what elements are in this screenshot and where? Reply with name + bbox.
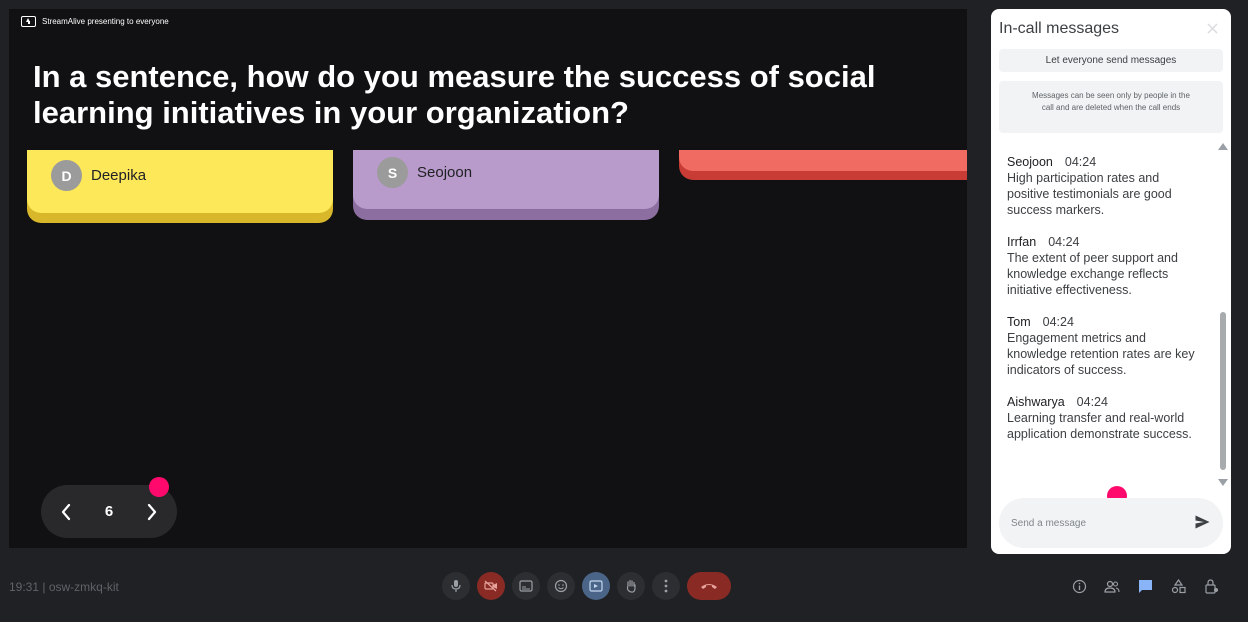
list-item: Seojoon 04:24 High participation rates an… [1007, 154, 1203, 218]
card-author: D Deepika [51, 160, 146, 191]
presentation-stage: StreamAlive presenting to everyone In a … [9, 9, 967, 548]
captions-icon [519, 580, 533, 592]
captions-button[interactable] [512, 572, 540, 600]
send-icon [1195, 515, 1210, 529]
chat-button[interactable] [1137, 578, 1153, 594]
more-options-button[interactable] [652, 572, 680, 600]
leave-call-button[interactable] [687, 572, 731, 600]
message-author: Tom [1007, 315, 1031, 329]
meeting-tools [1071, 578, 1219, 594]
panel-title: In-call messages [999, 20, 1120, 37]
host-controls-button[interactable] [1203, 578, 1219, 594]
hand-icon [626, 579, 636, 593]
author-name: Deepika [91, 167, 147, 184]
close-icon [1207, 23, 1218, 34]
message-author: Irrfan [1007, 235, 1037, 249]
microphone-button[interactable] [442, 572, 470, 600]
cursor-indicator-dot [149, 477, 169, 497]
author-name: Seojoon [417, 164, 473, 181]
activities-icon [1171, 578, 1186, 593]
message-time: 04:24 [1048, 235, 1080, 249]
let-everyone-send-toggle[interactable]: Let everyone send messages [999, 49, 1223, 72]
presenting-label: StreamAlive presenting to everyone [42, 17, 169, 26]
message-time: 04:24 [1076, 395, 1108, 409]
list-item: Irrfan 04:24 The extent of peer support a… [1007, 234, 1203, 298]
send-button[interactable] [1195, 515, 1210, 534]
message-time: 04:24 [1064, 155, 1097, 169]
meeting-details-button[interactable] [1071, 578, 1087, 594]
question-text: In a sentence, how do you measure the su… [33, 59, 876, 130]
microphone-icon [451, 580, 461, 592]
camera-off-button[interactable] [477, 572, 505, 600]
chat-icon [1138, 579, 1152, 593]
message-text: Engagement metrics and knowledge retenti… [1007, 331, 1195, 377]
present-icon [589, 580, 603, 592]
message-text: Learning transfer and real-world applica… [1007, 411, 1192, 441]
page-number: 6 [104, 503, 114, 520]
raise-hand-button[interactable] [617, 572, 645, 600]
activities-button[interactable] [1170, 578, 1186, 594]
close-panel-button[interactable] [1207, 21, 1218, 38]
camera-off-icon [484, 580, 497, 592]
compose-box [999, 498, 1223, 548]
message-input[interactable] [1011, 517, 1181, 529]
presenting-banner: StreamAlive presenting to everyone [21, 16, 169, 27]
previous-slide-button[interactable] [55, 501, 77, 523]
scroll-up-arrow[interactable] [1218, 143, 1228, 150]
people-button[interactable] [1104, 578, 1120, 594]
list-item: Tom 04:24 Engagement metrics and knowledg… [1007, 314, 1203, 378]
message-time: 04:24 [1042, 315, 1074, 329]
message-text: The extent of peer support and knowledge… [1007, 251, 1178, 297]
scrollbar-thumb[interactable] [1220, 312, 1226, 470]
messages-notice: Messages can be seen only by people in t… [999, 81, 1223, 133]
avatar: D [51, 160, 82, 191]
more-vert-icon [664, 579, 668, 593]
response-card-seojoon: S Seojoon [353, 150, 659, 220]
meeting-info: 19:31 | osw-zmkq-kit [9, 580, 119, 594]
present-button[interactable] [582, 572, 610, 600]
list-item: Aishwarya 04:24 Learning transfer and rea… [1007, 394, 1203, 442]
reactions-button[interactable] [547, 572, 575, 600]
response-card-partial [679, 150, 967, 180]
next-slide-button[interactable] [141, 501, 163, 523]
people-icon [1104, 580, 1120, 593]
chevron-right-icon [147, 503, 157, 520]
response-card-deepika: D Deepika [27, 150, 333, 223]
info-icon [1072, 579, 1086, 593]
chevron-left-icon [61, 503, 71, 520]
call-controls [442, 572, 731, 600]
message-author: Seojoon [1007, 155, 1053, 169]
hangup-icon [701, 584, 717, 589]
card-face [679, 150, 967, 171]
scroll-down-arrow[interactable] [1218, 479, 1228, 486]
meet-window: StreamAlive presenting to everyone In a … [0, 0, 1248, 622]
card-author: S Seojoon [377, 157, 472, 188]
emoji-icon [554, 579, 568, 593]
lock-person-icon [1204, 578, 1218, 594]
avatar: S [377, 157, 408, 188]
message-list: Seojoon 04:24 High participation rates an… [1007, 154, 1203, 458]
message-text: High participation rates and positive te… [1007, 171, 1172, 217]
present-screen-icon [21, 16, 36, 27]
in-call-messages-panel: In-call messages Let everyone send messa… [991, 9, 1231, 554]
message-author: Aishwarya [1007, 395, 1065, 409]
